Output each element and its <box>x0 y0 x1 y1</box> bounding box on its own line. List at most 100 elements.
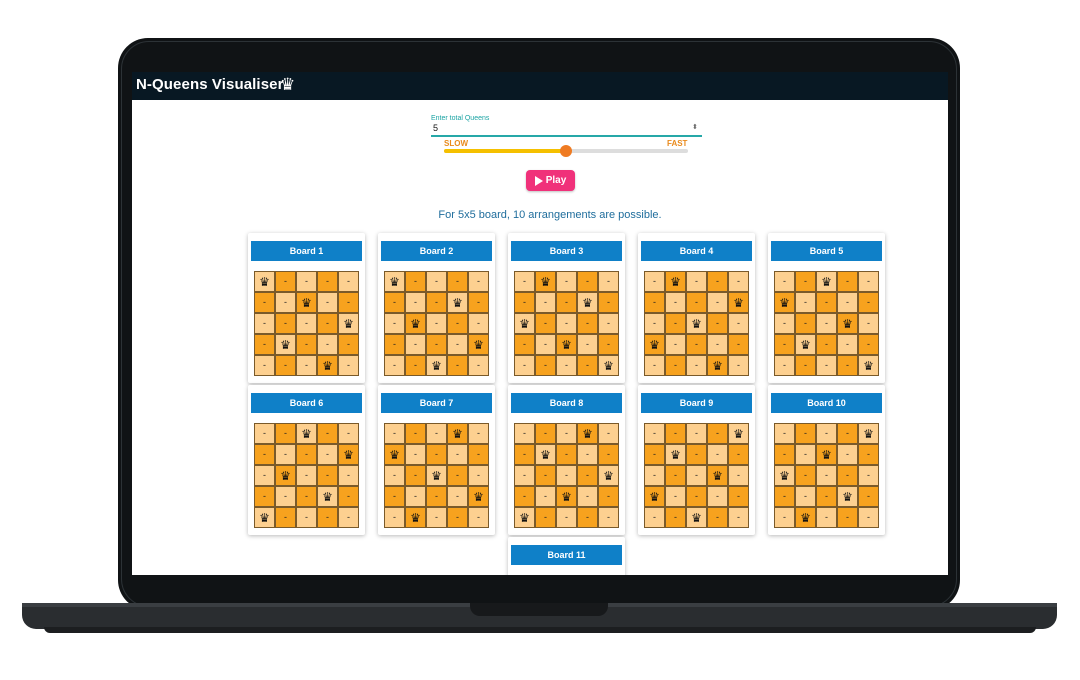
queen-icon: ♛ <box>405 313 426 334</box>
board-cell: - <box>686 271 707 292</box>
board-cell: - <box>686 486 707 507</box>
board-cell: - <box>514 334 535 355</box>
laptop-base-shadow <box>44 627 1036 633</box>
queen-icon: ♛ <box>514 313 535 334</box>
board-cell: - <box>707 423 728 444</box>
queen-icon: ♛ <box>728 423 749 444</box>
queen-icon: ♛ <box>275 334 296 355</box>
speed-slider-thumb[interactable] <box>560 145 572 157</box>
board-cell: - <box>774 313 795 334</box>
board-cell: - <box>275 423 296 444</box>
queens-input-label: Enter total Queens <box>431 115 490 122</box>
board-cell: - <box>598 271 619 292</box>
board-cell: - <box>338 507 359 528</box>
board-cell: - <box>275 444 296 465</box>
board-cell: - <box>426 486 447 507</box>
board-cell: - <box>858 313 879 334</box>
board-title: Board 4 <box>641 241 752 261</box>
board-cell: - <box>275 271 296 292</box>
board-cell: - <box>426 423 447 444</box>
chess-board: - - - - ♛ - - ♛ - - ♛ - - - - - - - ♛ - - ♛ - - - <box>774 423 879 528</box>
board-cell: - <box>275 292 296 313</box>
board-cell: - <box>707 507 728 528</box>
spinner-arrows-icon[interactable]: ⬍ <box>692 123 698 132</box>
board-cell: - <box>296 355 317 376</box>
crown-icon: ♛ <box>280 75 296 94</box>
board-cell: - <box>384 355 405 376</box>
board-cell: - <box>644 507 665 528</box>
speed-slider[interactable] <box>444 145 688 157</box>
board-title: Board 2 <box>381 241 492 261</box>
chess-board: - - - - ♛ - ♛ - - - - - - ♛ - ♛ - - - - - - ♛ - - <box>644 423 749 528</box>
chess-board: - - - ♛ - - ♛ - - - - - - - ♛ - - ♛ - - ♛ - - - - <box>514 423 619 528</box>
board-cell: - <box>577 313 598 334</box>
queen-icon: ♛ <box>514 507 535 528</box>
board-title: Board 7 <box>381 393 492 413</box>
board-cell: - <box>577 271 598 292</box>
board-title: Board 1 <box>251 241 362 261</box>
board-cell: - <box>577 486 598 507</box>
board-cell: - <box>816 313 837 334</box>
board-cell: - <box>644 313 665 334</box>
queen-icon: ♛ <box>686 313 707 334</box>
play-button[interactable]: Play <box>526 170 575 191</box>
board-cell: - <box>338 355 359 376</box>
board-cell: - <box>317 507 338 528</box>
board-cell: - <box>556 465 577 486</box>
board-cell: - <box>468 313 489 334</box>
board-cell: - <box>774 444 795 465</box>
board-cell: - <box>447 444 468 465</box>
board-cell: - <box>728 313 749 334</box>
board-cell: - <box>707 486 728 507</box>
board-cell: - <box>556 355 577 376</box>
queen-icon: ♛ <box>774 292 795 313</box>
board-cell: - <box>338 486 359 507</box>
chess-board: - - ♛ - - - - - - ♛ - ♛ - - - - - - ♛ - ♛ - - - - <box>254 423 359 528</box>
board-cell: - <box>338 334 359 355</box>
board-cell: - <box>468 444 489 465</box>
board-cell: - <box>837 465 858 486</box>
board-cell: - <box>296 444 317 465</box>
board-cell: - <box>296 507 317 528</box>
board-cell: - <box>384 292 405 313</box>
board-cell: - <box>535 292 556 313</box>
queen-icon: ♛ <box>468 334 489 355</box>
board-cell: - <box>405 486 426 507</box>
board-cell: - <box>556 271 577 292</box>
chess-board: ♛ - - - - - - - ♛ - - ♛ - - - - - - - ♛ - - ♛ - - <box>384 271 489 376</box>
board-cell: - <box>338 292 359 313</box>
board-cell: - <box>338 423 359 444</box>
board-cell: - <box>795 313 816 334</box>
queen-icon: ♛ <box>598 355 619 376</box>
play-button-label: Play <box>545 175 567 186</box>
board-cell: - <box>728 507 749 528</box>
board-cell: - <box>728 486 749 507</box>
queen-icon: ♛ <box>598 465 619 486</box>
board-cell: - <box>816 507 837 528</box>
queens-input[interactable]: 5 <box>433 123 438 133</box>
board-cell: - <box>447 507 468 528</box>
board-cell: - <box>338 465 359 486</box>
board-cell: - <box>795 444 816 465</box>
board-cell: - <box>774 271 795 292</box>
board-cell: - <box>275 507 296 528</box>
board-cell: - <box>556 423 577 444</box>
board-cell: - <box>728 444 749 465</box>
queen-icon: ♛ <box>707 465 728 486</box>
board-cell: - <box>665 313 686 334</box>
chess-board: - - ♛ - - ♛ - - - - - - - ♛ - - ♛ - - - - - - - ♛ <box>774 271 879 376</box>
board-cell: - <box>468 423 489 444</box>
board-cell: - <box>858 465 879 486</box>
board-cell: - <box>577 355 598 376</box>
board-cell: - <box>254 444 275 465</box>
board-cell: - <box>447 355 468 376</box>
queen-icon: ♛ <box>426 355 447 376</box>
queen-icon: ♛ <box>338 313 359 334</box>
board-cell: - <box>535 313 556 334</box>
app-title: N-Queens Visualiser <box>136 76 284 93</box>
board-cell: - <box>774 423 795 444</box>
queen-icon: ♛ <box>644 334 665 355</box>
board-cell: - <box>317 334 338 355</box>
board-cell: - <box>275 486 296 507</box>
board-cell: - <box>665 465 686 486</box>
